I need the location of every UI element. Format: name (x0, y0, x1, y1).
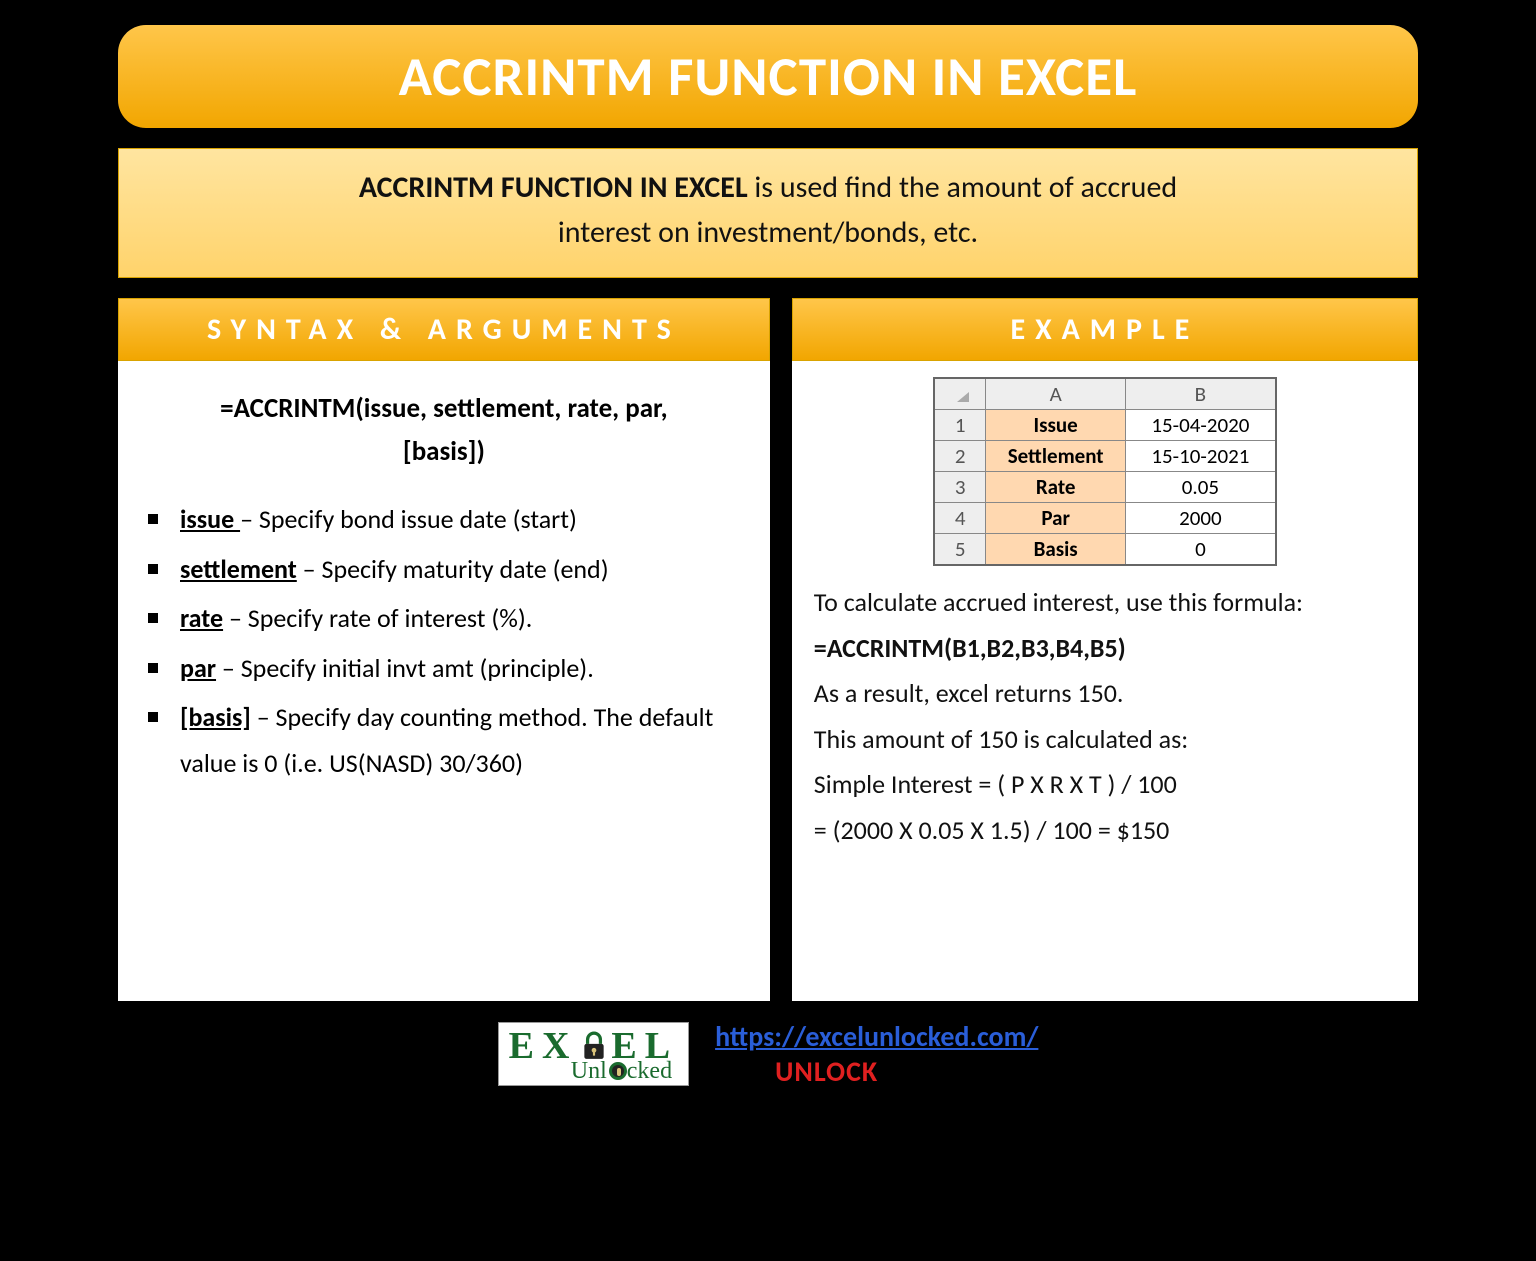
page-title: ACCRINTM FUNCTION IN EXCEL (118, 25, 1418, 128)
corner-cell (934, 378, 986, 410)
logo-text-pre: EX (509, 1027, 578, 1065)
example-p3: This amount of 150 is calculated as: (814, 717, 1396, 763)
table-row: 2 Settlement 15-10-2021 (934, 441, 1276, 472)
row-number: 2 (934, 441, 986, 472)
arg-name: issue (180, 503, 240, 535)
example-heading: EXAMPLE (792, 298, 1418, 361)
arg-desc: – Specify day counting method. The defau… (180, 701, 713, 779)
table-row: 3 Rate 0.05 (934, 472, 1276, 503)
bullet-icon (148, 613, 158, 623)
argument-list: issue – Specify bond issue date (start) … (140, 497, 748, 786)
arg-item: par – Specify initial invt amt (principl… (148, 646, 748, 692)
cell-label: Settlement (986, 441, 1126, 472)
cell-label: Issue (986, 410, 1126, 441)
table-row: 5 Basis 0 (934, 534, 1276, 566)
arg-name: [basis] (180, 701, 251, 733)
arg-name: settlement (180, 553, 297, 585)
logo-sub-post: cked (627, 1059, 672, 1083)
example-p4: Simple Interest = ( P X R X T ) / 100 (814, 762, 1396, 808)
select-all-triangle-icon (949, 384, 971, 404)
columns: SYNTAX & ARGUMENTS =ACCRINTM(issue, sett… (118, 298, 1418, 1001)
example-p5: = (2000 X 0.05 X 1.5) / 100 = $150 (814, 808, 1396, 854)
footer: EX EL Unl cked https://excelunlocked.c (118, 1019, 1418, 1089)
arg-item: [basis] – Specify day counting method. T… (148, 695, 748, 786)
unlock-label: UNLOCK (775, 1054, 1038, 1089)
table-row: 1 Issue 15-04-2020 (934, 410, 1276, 441)
syntax-formula: =ACCRINTM(issue, settlement, rate, par, … (140, 387, 748, 473)
row-number: 5 (934, 534, 986, 566)
arg-desc: – Specify maturity date (end) (297, 553, 609, 585)
example-column: EXAMPLE A B 1 Issue 15-04-2020 2 (792, 298, 1418, 1001)
row-number: 3 (934, 472, 986, 503)
example-p2: As a result, excel returns 150. (814, 671, 1396, 717)
cell-value: 2000 (1126, 503, 1276, 534)
footer-links: https://excelunlocked.com/ UNLOCK (715, 1019, 1038, 1089)
example-text: To calculate accrued interest, use this … (814, 580, 1396, 853)
intro-rest-1: is used find the amount of accrued (748, 169, 1178, 206)
cell-label: Rate (986, 472, 1126, 503)
logo-sub-pre: Unl (571, 1059, 607, 1083)
cell-value: 15-10-2021 (1126, 441, 1276, 472)
cell-label: Par (986, 503, 1126, 534)
syntax-column: SYNTAX & ARGUMENTS =ACCRINTM(issue, sett… (118, 298, 770, 1001)
infographic-page: ACCRINTM FUNCTION IN EXCEL ACCRINTM FUNC… (88, 0, 1448, 1109)
cell-value: 15-04-2020 (1126, 410, 1276, 441)
example-body: A B 1 Issue 15-04-2020 2 Settlement 15-1… (792, 361, 1418, 1001)
arg-item: rate – Specify rate of interest (%). (148, 596, 748, 642)
row-number: 4 (934, 503, 986, 534)
arg-item: issue – Specify bond issue date (start) (148, 497, 748, 543)
arg-desc: – Specify initial invt amt (principle). (216, 652, 594, 684)
syntax-line-1: =ACCRINTM(issue, settlement, rate, par, (220, 392, 667, 425)
intro-box: ACCRINTM FUNCTION IN EXCEL is used find … (118, 148, 1418, 278)
syntax-heading: SYNTAX & ARGUMENTS (118, 298, 770, 361)
excel-data-table: A B 1 Issue 15-04-2020 2 Settlement 15-1… (933, 377, 1277, 566)
col-header-b: B (1126, 378, 1276, 410)
bullet-icon (148, 564, 158, 574)
syntax-body: =ACCRINTM(issue, settlement, rate, par, … (118, 361, 770, 1001)
brand-logo: EX EL Unl cked (498, 1022, 690, 1086)
intro-rest-2: interest on investment/bonds, etc. (558, 214, 978, 251)
bullet-icon (148, 663, 158, 673)
example-formula: =ACCRINTM(B1,B2,B3,B4,B5) (814, 626, 1396, 672)
keyhole-icon (609, 1062, 627, 1080)
bullet-icon (148, 514, 158, 524)
cell-value: 0.05 (1126, 472, 1276, 503)
arg-name: par (180, 652, 216, 684)
intro-lead: ACCRINTM FUNCTION IN EXCEL (359, 169, 748, 206)
arg-desc: – Specify rate of interest (%). (223, 602, 532, 634)
cell-label: Basis (986, 534, 1126, 566)
arg-desc: – Specify bond issue date (start) (240, 503, 577, 535)
syntax-line-2: [basis]) (403, 435, 485, 468)
example-p1: To calculate accrued interest, use this … (814, 580, 1396, 626)
bullet-icon (148, 712, 158, 722)
website-link[interactable]: https://excelunlocked.com/ (715, 1019, 1038, 1054)
row-number: 1 (934, 410, 986, 441)
table-row: 4 Par 2000 (934, 503, 1276, 534)
col-header-a: A (986, 378, 1126, 410)
arg-name: rate (180, 602, 223, 634)
logo-bottom-row: Unl cked (571, 1059, 672, 1083)
arg-item: settlement – Specify maturity date (end) (148, 547, 748, 593)
cell-value: 0 (1126, 534, 1276, 566)
